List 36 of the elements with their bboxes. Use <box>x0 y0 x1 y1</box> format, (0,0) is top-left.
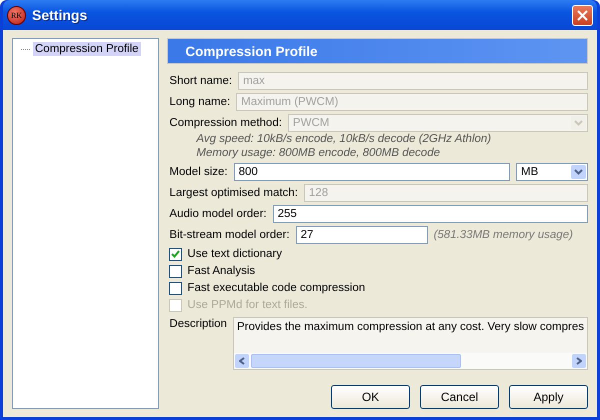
input-field[interactable]: 255 <box>272 205 588 223</box>
scroll-right-icon[interactable] <box>572 354 586 368</box>
window-title: Settings <box>32 7 88 23</box>
panel-header: Compression Profile <box>167 38 588 64</box>
field-label: Model size: <box>169 166 228 178</box>
scroll-thumb[interactable] <box>250 354 461 368</box>
hint-text: (581.33MB memory usage) <box>434 229 573 241</box>
info-text: Memory usage: 800MB encode, 800MB decode <box>195 147 441 160</box>
info-text: Avg speed: 10kB/s encode, 10kB/s decode (2GHz Athlon) <box>195 133 492 146</box>
checkbox-label: Use text dictionary <box>187 248 282 260</box>
field-label: Largest optimised match: <box>169 187 298 199</box>
checkbox[interactable] <box>169 282 182 294</box>
input-field[interactable]: 27 <box>296 226 428 244</box>
dialog-button[interactable]: Apply <box>509 385 588 409</box>
tree-item[interactable]: Compression Profile <box>33 42 141 56</box>
field-label: Audio model order: <box>169 208 267 220</box>
close-button[interactable] <box>572 4 593 26</box>
field-label: Compression method: <box>169 117 282 129</box>
dropdown[interactable]: MB <box>516 163 588 181</box>
checkbox-label: Fast executable code compression <box>187 282 366 294</box>
description-text: Provides the maximum compression at any cost. Very slow compres <box>236 320 585 335</box>
field-label: Short name: <box>169 75 232 87</box>
field-label: Long name: <box>169 96 230 108</box>
field-label: Description <box>169 317 227 332</box>
checkbox-label: Use PPMd for text files. <box>187 299 308 311</box>
chevron-down-icon[interactable] <box>574 169 583 175</box>
scroll-left-icon[interactable] <box>234 354 249 368</box>
checkbox[interactable] <box>169 264 182 278</box>
input-field[interactable]: 800 <box>234 163 510 181</box>
dialog-button[interactable]: OK <box>331 385 410 409</box>
app-logo: RK <box>7 6 26 24</box>
checkbox[interactable] <box>169 248 182 260</box>
field-label: Bit-stream model order: <box>169 229 290 241</box>
close-icon[interactable] <box>577 10 588 20</box>
checkbox-label: Fast Analysis <box>187 265 256 277</box>
dialog-button[interactable]: Cancel <box>420 385 499 409</box>
